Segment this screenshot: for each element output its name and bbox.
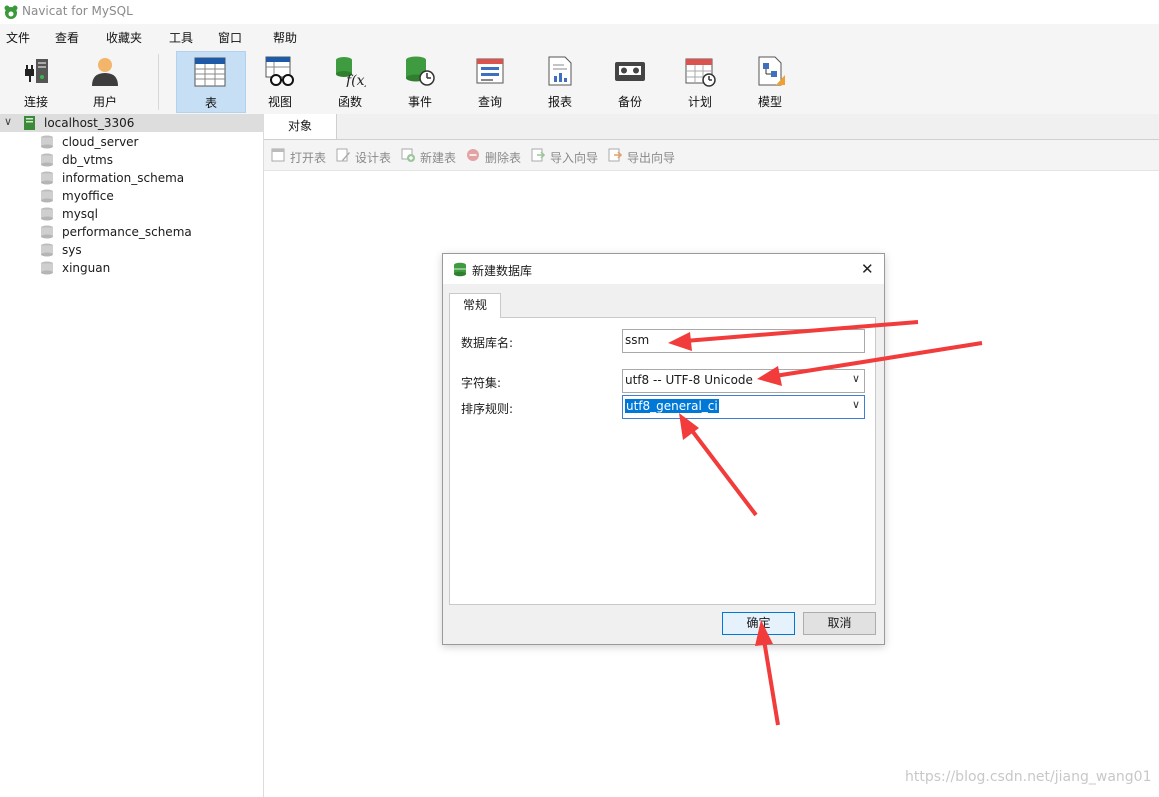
- toolbar-view-button[interactable]: 视图: [247, 51, 313, 111]
- toolbar-label: 视图: [267, 95, 292, 109]
- content-tab-strip: 对象: [264, 114, 1159, 140]
- function-fx-icon: f(x): [336, 57, 366, 87]
- open-table-icon: [271, 148, 285, 162]
- database-name: db_vtms: [62, 153, 113, 167]
- collation-label: 排序规则:: [461, 402, 514, 416]
- window-title: Navicat for MySQL: [22, 4, 133, 18]
- connection-name: localhost_3306: [44, 116, 135, 130]
- connection-plug-icon: [25, 59, 48, 83]
- toolbar-user-button[interactable]: 用户: [72, 51, 138, 111]
- toolbar-connection-button[interactable]: 连接: [3, 51, 69, 111]
- collation-select[interactable]: utf8_general_ci ∨: [622, 395, 865, 419]
- dialog-title-bar: 新建数据库 ✕: [443, 254, 884, 284]
- database-name: xinguan: [62, 261, 111, 275]
- toolbar-table-button[interactable]: 表: [176, 51, 246, 113]
- tab-general[interactable]: 常规: [449, 293, 501, 318]
- toolbar-label: 表: [204, 96, 217, 110]
- chevron-down-icon: ∨: [851, 372, 860, 385]
- database-icon: [41, 171, 53, 185]
- query-icon: [476, 58, 504, 84]
- toolbar-label: 模型: [757, 95, 782, 109]
- toolbar-label: 报表: [547, 95, 572, 109]
- new-database-dialog: 新建数据库 ✕ 常规 数据库名: ssm 字符集: utf8 -- UTF-8 …: [442, 253, 885, 645]
- navicat-logo-icon: [4, 5, 18, 19]
- tree-connection-localhost[interactable]: ∨ localhost_3306: [0, 114, 263, 132]
- database-icon: [454, 262, 466, 277]
- menu-window[interactable]: 窗口: [218, 29, 242, 46]
- database-name: cloud_server: [62, 135, 139, 149]
- toolbar-label: 查询: [477, 95, 502, 109]
- db-name-input[interactable]: ssm: [622, 329, 865, 353]
- toolbar-query-button[interactable]: 查询: [457, 51, 523, 111]
- toolbar-model-button[interactable]: 模型: [737, 51, 803, 111]
- database-icon: [41, 207, 53, 221]
- charset-select[interactable]: utf8 -- UTF-8 Unicode ∨: [622, 369, 865, 393]
- toolbar-label: 连接: [23, 95, 48, 109]
- toolbar-report-button[interactable]: 报表: [527, 51, 593, 111]
- report-icon: [548, 56, 572, 86]
- object-toolbar: 打开表 设计表 新建表 删除表 导入向导 导出向导: [264, 140, 1159, 171]
- schedule-calendar-icon: [685, 58, 716, 87]
- database-name: sys: [62, 243, 82, 257]
- menu-bar: 文件 查看 收藏夹 工具 窗口 帮助: [0, 24, 1159, 48]
- toolbar-event-button[interactable]: 事件: [387, 51, 453, 111]
- toolbar-label: 函数: [337, 95, 362, 109]
- ok-button[interactable]: 确定: [722, 612, 795, 635]
- cancel-button[interactable]: 取消: [803, 612, 876, 635]
- user-icon: [92, 58, 118, 86]
- database-name: mysql: [62, 207, 98, 221]
- connection-tree: ∨ localhost_3306 cloud_server db_vtms in…: [0, 114, 264, 797]
- import-icon: [531, 148, 545, 162]
- db-name-value: ssm: [625, 333, 650, 347]
- design-table-icon: [336, 148, 350, 162]
- database-name: performance_schema: [62, 225, 192, 239]
- menu-favorites[interactable]: 收藏夹: [106, 29, 142, 46]
- chevron-down-icon[interactable]: ∨: [4, 115, 12, 128]
- db-name-label: 数据库名:: [461, 336, 514, 350]
- title-bar: Navicat for MySQL: [0, 0, 1159, 24]
- toolbar-function-button[interactable]: f(x) 函数: [317, 51, 383, 111]
- toolbar-schedule-button[interactable]: 计划: [667, 51, 733, 111]
- charset-value: utf8 -- UTF-8 Unicode: [625, 373, 753, 387]
- backup-tape-icon: [615, 62, 645, 81]
- toolbar-label: 备份: [617, 95, 642, 109]
- watermark-text: https://blog.csdn.net/jiang_wang01: [905, 769, 1152, 785]
- general-panel: [449, 317, 876, 605]
- database-icon: [41, 153, 53, 167]
- view-glasses-icon: [265, 56, 294, 86]
- toolbar-backup-button[interactable]: 备份: [597, 51, 663, 111]
- toolbar-label: 用户: [92, 95, 117, 109]
- collation-value: utf8_general_ci: [625, 399, 719, 413]
- database-icon: [41, 261, 53, 275]
- toolbar-separator: [158, 54, 159, 110]
- toolbar-label: 计划: [687, 95, 712, 109]
- export-icon: [608, 148, 622, 162]
- menu-view[interactable]: 查看: [55, 29, 79, 46]
- new-table-icon: [401, 148, 415, 162]
- connection-server-icon: [24, 116, 35, 130]
- menu-help[interactable]: 帮助: [273, 29, 297, 46]
- delete-table-icon: [467, 149, 479, 161]
- database-icon: [41, 189, 53, 203]
- svg-text:f(x): f(x): [345, 73, 366, 87]
- close-icon[interactable]: ✕: [861, 260, 874, 278]
- database-icon: [41, 135, 53, 149]
- database-name: information_schema: [62, 171, 185, 185]
- toolbar-label: 事件: [407, 95, 432, 109]
- dialog-title: 新建数据库: [472, 264, 533, 278]
- database-icon: [41, 243, 53, 257]
- database-name: myoffice: [62, 189, 114, 203]
- menu-file[interactable]: 文件: [6, 29, 30, 46]
- table-icon: [194, 57, 226, 87]
- tab-objects[interactable]: 对象: [264, 114, 337, 139]
- menu-tools[interactable]: 工具: [169, 29, 193, 46]
- database-icon: [41, 225, 53, 239]
- event-clock-icon: [406, 56, 435, 86]
- charset-label: 字符集:: [461, 376, 502, 390]
- chevron-down-icon: ∨: [851, 398, 860, 411]
- model-icon: [758, 56, 785, 86]
